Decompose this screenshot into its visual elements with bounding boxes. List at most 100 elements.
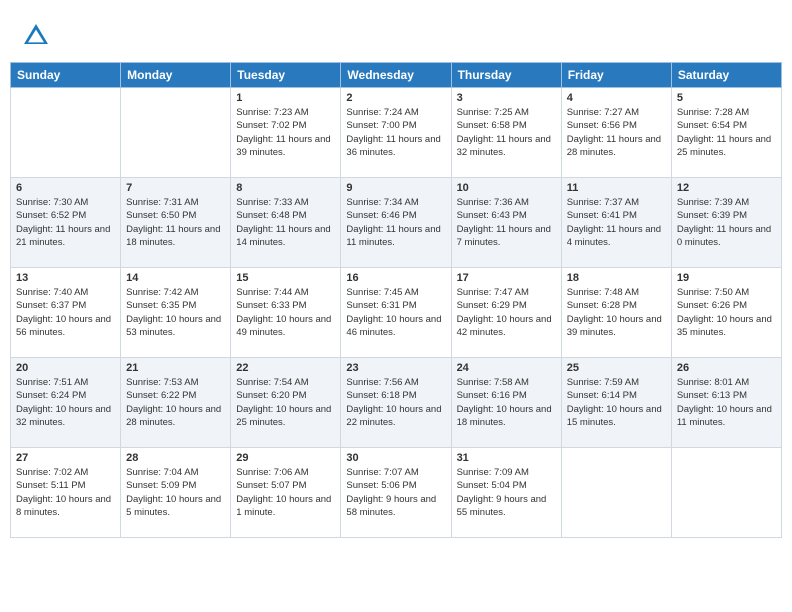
day-info: Sunrise: 7:25 AMSunset: 6:58 PMDaylight:… [457, 106, 556, 159]
day-number: 9 [346, 182, 445, 194]
day-info: Sunrise: 7:33 AMSunset: 6:48 PMDaylight:… [236, 196, 335, 249]
calendar-cell: 21Sunrise: 7:53 AMSunset: 6:22 PMDayligh… [121, 358, 231, 448]
calendar-cell: 2Sunrise: 7:24 AMSunset: 7:00 PMDaylight… [341, 88, 451, 178]
day-info: Sunrise: 7:54 AMSunset: 6:20 PMDaylight:… [236, 376, 335, 429]
calendar-cell: 26 Sunrise: 8:01 AMSunset: 6:13 PMDayligh… [671, 358, 781, 448]
day-number: 28 [126, 452, 225, 464]
day-number: 30 [346, 452, 445, 464]
day-info: Sunrise: 7:37 AMSunset: 6:41 PMDaylight:… [567, 196, 666, 249]
day-number: 14 [126, 272, 225, 284]
day-number: 2 [346, 92, 445, 104]
weekday-header-wednesday: Wednesday [341, 63, 451, 88]
day-info: Sunrise: 7:56 AMSunset: 6:18 PMDaylight:… [346, 376, 445, 429]
day-number: 17 [457, 272, 556, 284]
day-info: Sunrise: 7:51 AMSunset: 6:24 PMDaylight:… [16, 376, 115, 429]
day-number: 31 [457, 452, 556, 464]
calendar-cell [11, 88, 121, 178]
day-info: Sunrise: 7:30 AMSunset: 6:52 PMDaylight:… [16, 196, 115, 249]
day-info: Sunrise: 7:28 AMSunset: 6:54 PMDaylight:… [677, 106, 776, 159]
calendar-cell: 7 Sunrise: 7:31 AMSunset: 6:50 PMDaylight… [121, 178, 231, 268]
day-number: 1 [236, 92, 335, 104]
day-info: Sunrise: 7:34 AMSunset: 6:46 PMDaylight:… [346, 196, 445, 249]
day-info: Sunrise: 7:47 AMSunset: 6:29 PMDaylight:… [457, 286, 556, 339]
calendar-cell: 28 Sunrise: 7:04 AMSunset: 5:09 PMDayligh… [121, 448, 231, 538]
day-number: 5 [677, 92, 776, 104]
day-number: 20 [16, 362, 115, 374]
day-number: 24 [457, 362, 556, 374]
calendar-table: SundayMondayTuesdayWednesdayThursdayFrid… [10, 62, 782, 538]
day-info: Sunrise: 7:44 AMSunset: 6:33 PMDaylight:… [236, 286, 335, 339]
calendar-cell: 20 Sunrise: 7:51 AMSunset: 6:24 PMDayligh… [11, 358, 121, 448]
day-info: Sunrise: 8:01 AMSunset: 6:13 PMDaylight:… [677, 376, 776, 429]
day-info: Sunrise: 7:42 AMSunset: 6:35 PMDaylight:… [126, 286, 225, 339]
weekday-header-monday: Monday [121, 63, 231, 88]
calendar-cell: 12 Sunrise: 7:39 AMSunset: 6:39 PMDayligh… [671, 178, 781, 268]
calendar-cell [561, 448, 671, 538]
calendar-cell: 24Sunrise: 7:58 AMSunset: 6:16 PMDayligh… [451, 358, 561, 448]
calendar-cell: 16Sunrise: 7:45 AMSunset: 6:31 PMDayligh… [341, 268, 451, 358]
day-info: Sunrise: 7:04 AMSunset: 5:09 PMDaylight:… [126, 466, 225, 519]
logo [20, 20, 54, 52]
calendar-cell: 4 Sunrise: 7:27 AMSunset: 6:56 PMDaylight… [561, 88, 671, 178]
day-info: Sunrise: 7:09 AMSunset: 5:04 PMDaylight:… [457, 466, 556, 519]
day-number: 23 [346, 362, 445, 374]
calendar-header-row: SundayMondayTuesdayWednesdayThursdayFrid… [11, 63, 782, 88]
calendar-cell: 18 Sunrise: 7:48 AMSunset: 6:28 PMDayligh… [561, 268, 671, 358]
calendar-cell: 22 Sunrise: 7:54 AMSunset: 6:20 PMDayligh… [231, 358, 341, 448]
day-info: Sunrise: 7:02 AMSunset: 5:11 PMDaylight:… [16, 466, 115, 519]
calendar-cell [121, 88, 231, 178]
calendar-cell: 15 Sunrise: 7:44 AMSunset: 6:33 PMDayligh… [231, 268, 341, 358]
day-number: 27 [16, 452, 115, 464]
calendar-cell [671, 448, 781, 538]
day-info: Sunrise: 7:27 AMSunset: 6:56 PMDaylight:… [567, 106, 666, 159]
day-number: 12 [677, 182, 776, 194]
day-number: 13 [16, 272, 115, 284]
day-number: 10 [457, 182, 556, 194]
day-number: 21 [126, 362, 225, 374]
day-number: 4 [567, 92, 666, 104]
calendar-cell: 3 Sunrise: 7:25 AMSunset: 6:58 PMDaylight… [451, 88, 561, 178]
day-info: Sunrise: 7:39 AMSunset: 6:39 PMDaylight:… [677, 196, 776, 249]
weekday-header-friday: Friday [561, 63, 671, 88]
page-header [10, 10, 782, 57]
calendar-cell: 25 Sunrise: 7:59 AMSunset: 6:14 PMDayligh… [561, 358, 671, 448]
day-info: Sunrise: 7:59 AMSunset: 6:14 PMDaylight:… [567, 376, 666, 429]
day-number: 25 [567, 362, 666, 374]
calendar-cell: 27 Sunrise: 7:02 AMSunset: 5:11 PMDayligh… [11, 448, 121, 538]
day-info: Sunrise: 7:48 AMSunset: 6:28 PMDaylight:… [567, 286, 666, 339]
weekday-header-tuesday: Tuesday [231, 63, 341, 88]
calendar-week-row: 6 Sunrise: 7:30 AMSunset: 6:52 PMDaylight… [11, 178, 782, 268]
calendar-week-row: 20 Sunrise: 7:51 AMSunset: 6:24 PMDayligh… [11, 358, 782, 448]
calendar-cell: 1 Sunrise: 7:23 AMSunset: 7:02 PMDaylight… [231, 88, 341, 178]
calendar-week-row: 27 Sunrise: 7:02 AMSunset: 5:11 PMDayligh… [11, 448, 782, 538]
calendar-cell: 14 Sunrise: 7:42 AMSunset: 6:35 PMDayligh… [121, 268, 231, 358]
calendar-week-row: 13Sunrise: 7:40 AMSunset: 6:37 PMDayligh… [11, 268, 782, 358]
day-number: 7 [126, 182, 225, 194]
weekday-header-thursday: Thursday [451, 63, 561, 88]
day-info: Sunrise: 7:07 AMSunset: 5:06 PMDaylight:… [346, 466, 445, 519]
weekday-header-saturday: Saturday [671, 63, 781, 88]
calendar-cell: 23 Sunrise: 7:56 AMSunset: 6:18 PMDayligh… [341, 358, 451, 448]
calendar-cell: 9 Sunrise: 7:34 AMSunset: 6:46 PMDaylight… [341, 178, 451, 268]
calendar-cell: 29Sunrise: 7:06 AMSunset: 5:07 PMDayligh… [231, 448, 341, 538]
calendar-cell: 31 Sunrise: 7:09 AMSunset: 5:04 PMDayligh… [451, 448, 561, 538]
calendar-cell: 5 Sunrise: 7:28 AMSunset: 6:54 PMDaylight… [671, 88, 781, 178]
day-number: 18 [567, 272, 666, 284]
weekday-header-sunday: Sunday [11, 63, 121, 88]
day-number: 15 [236, 272, 335, 284]
logo-icon [20, 20, 52, 52]
day-info: Sunrise: 7:31 AMSunset: 6:50 PMDaylight:… [126, 196, 225, 249]
day-number: 6 [16, 182, 115, 194]
day-number: 11 [567, 182, 666, 194]
day-number: 19 [677, 272, 776, 284]
day-info: Sunrise: 7:36 AMSunset: 6:43 PMDaylight:… [457, 196, 556, 249]
day-info: Sunrise: 7:23 AMSunset: 7:02 PMDaylight:… [236, 106, 335, 159]
calendar-cell: 30 Sunrise: 7:07 AMSunset: 5:06 PMDayligh… [341, 448, 451, 538]
day-number: 3 [457, 92, 556, 104]
calendar-cell: 17 Sunrise: 7:47 AMSunset: 6:29 PMDayligh… [451, 268, 561, 358]
calendar-week-row: 1 Sunrise: 7:23 AMSunset: 7:02 PMDaylight… [11, 88, 782, 178]
day-number: 26 [677, 362, 776, 374]
calendar-cell: 19Sunrise: 7:50 AMSunset: 6:26 PMDayligh… [671, 268, 781, 358]
day-number: 22 [236, 362, 335, 374]
day-number: 29 [236, 452, 335, 464]
